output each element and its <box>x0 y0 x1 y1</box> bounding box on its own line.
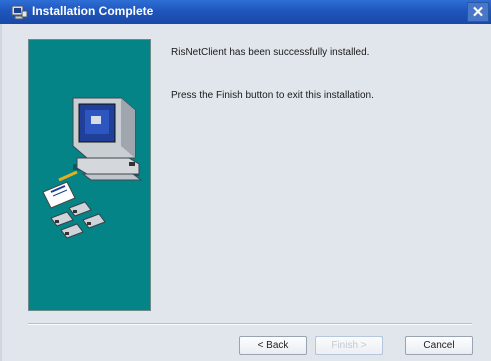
window-title: Installation Complete <box>32 4 154 18</box>
close-icon: ✕ <box>471 3 485 21</box>
installer-app-icon <box>11 5 28 20</box>
window-border <box>0 24 2 361</box>
back-button[interactable]: < Back <box>239 336 307 355</box>
floppy-disk-icon <box>68 201 92 217</box>
finish-button[interactable]: Finish > <box>315 336 383 355</box>
cancel-button[interactable]: Cancel <box>405 336 473 355</box>
separator <box>28 323 472 325</box>
computer-illustration <box>42 97 143 239</box>
title-bar[interactable]: Installation Complete ✕ <box>0 0 491 24</box>
side-banner <box>28 39 151 311</box>
installer-dialog: Installation Complete ✕ RisNetClient has… <box>0 0 491 361</box>
close-button[interactable]: ✕ <box>467 2 489 22</box>
success-message: RisNetClient has been successfully insta… <box>171 47 370 58</box>
finish-instruction: Press the Finish button to exit this ins… <box>171 90 374 101</box>
